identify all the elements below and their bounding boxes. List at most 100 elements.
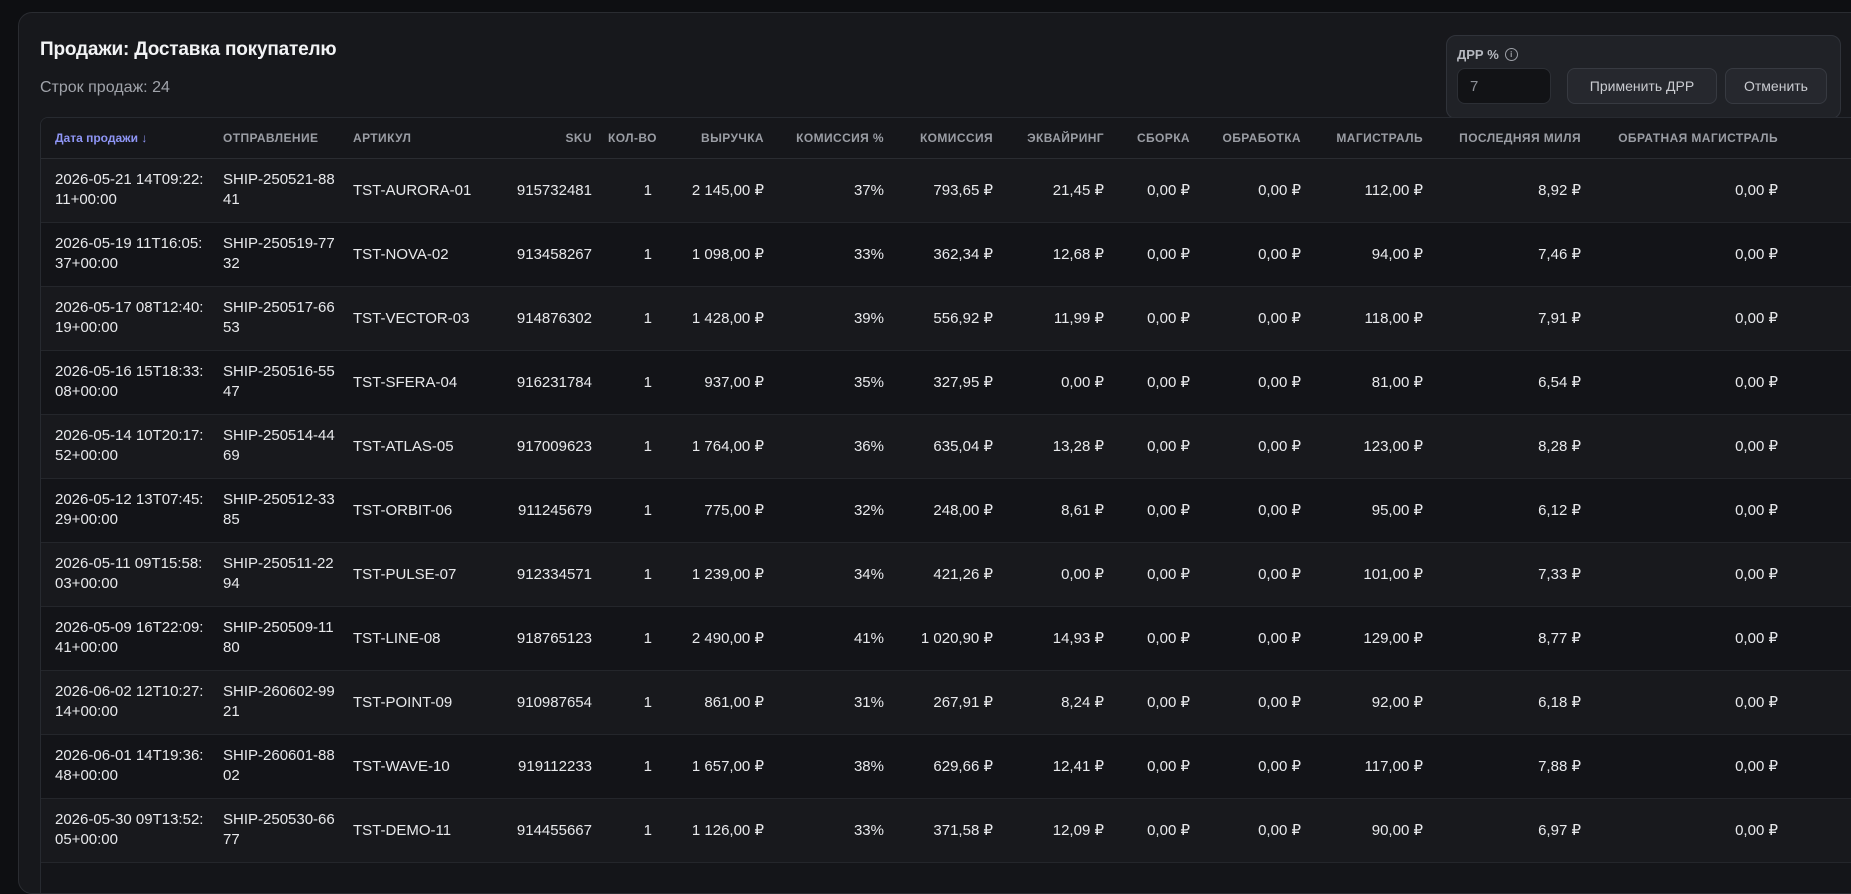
cell-trunk: 123,00 ₽: [1363, 438, 1423, 455]
col-header-last-mile[interactable]: Последняя миля: [1431, 118, 1589, 159]
table-header-row: Дата продажи ↓ Отправление Артикул SKU Кол-в…: [41, 118, 1851, 159]
table-row[interactable]: 2026-05-14 10T20:17:52+00:00 SHIP-250514-…: [41, 414, 1851, 478]
cell-trunk: 118,00 ₽: [1364, 310, 1423, 327]
table-row[interactable]: 2026-05-12 13T07:45:29+00:00 SHIP-250512-…: [41, 478, 1851, 542]
cell-last-mile: 6,54 ₽: [1538, 374, 1581, 391]
cell-commission-percent: 37%: [853, 181, 884, 199]
cell-shipment: SHIP-250512-3385: [223, 491, 335, 528]
cancel-button[interactable]: Отменить: [1725, 68, 1827, 104]
col-header-quantity[interactable]: Кол-во: [600, 118, 660, 159]
cell-return: 0,00: [1786, 670, 1851, 734]
cell-trunk: 95,00 ₽: [1371, 502, 1423, 519]
cell-trunk: 81,00 ₽: [1371, 374, 1423, 391]
cell-sale-date: 2026-05-09 16T22:09:41+00:00: [55, 619, 204, 656]
cell-sku: 914876302: [516, 309, 592, 327]
apply-drr-button[interactable]: Применить ДРР: [1567, 68, 1717, 104]
col-header-assembly[interactable]: Сборка: [1112, 118, 1198, 159]
col-header-processing[interactable]: Обработка: [1198, 118, 1309, 159]
cell-assembly: 0,00 ₽: [1147, 758, 1190, 775]
table-row[interactable]: 2026-05-11 09T15:58:03+00:00 SHIP-250511-…: [41, 542, 1851, 606]
cell-commission: 371,58 ₽: [933, 822, 993, 839]
cell-shipment: SHIP-250509-1180: [223, 619, 334, 656]
table-row[interactable]: 2026-06-02 12T10:27:14+00:00 SHIP-260602-…: [41, 670, 1851, 734]
cell-return: 0,00: [1786, 350, 1851, 414]
cell-trunk: 92,00 ₽: [1371, 694, 1423, 711]
cell-sale-date: 2026-05-16 15T18:33:08+00:00: [55, 363, 204, 400]
cell-commission: 635,04 ₽: [933, 438, 993, 455]
cell-processing: 0,00 ₽: [1258, 182, 1301, 199]
cell-processing: 0,00 ₽: [1258, 502, 1301, 519]
cell-reverse-trunk: 0,00 ₽: [1735, 438, 1778, 455]
sales-table: Дата продажи ↓ Отправление Артикул SKU Кол-в…: [41, 118, 1851, 863]
cell-sku: 914455667: [516, 821, 592, 839]
cell-shipment: SHIP-250514-4469: [223, 427, 335, 464]
cell-last-mile: 7,33 ₽: [1538, 566, 1581, 583]
info-icon[interactable]: i: [1504, 48, 1518, 61]
table-row[interactable]: 2026-05-16 15T18:33:08+00:00 SHIP-250516-…: [41, 350, 1851, 414]
cell-return: 0,00: [1786, 286, 1851, 350]
cell-article: TST-PULSE-07: [353, 565, 457, 583]
cell-commission: 421,26 ₽: [933, 566, 993, 583]
col-header-commission-percent[interactable]: Комиссия %: [772, 118, 892, 159]
sales-card: Продажи: Доставка покупателю Строк прода…: [18, 12, 1851, 894]
cell-return: 0,00: [1786, 478, 1851, 542]
cell-revenue: 1 098,00 ₽: [691, 246, 764, 263]
cell-sku: 912334571: [516, 565, 592, 583]
cell-shipment: SHIP-260602-9921: [223, 683, 335, 720]
cell-revenue: 2 145,00 ₽: [691, 182, 764, 199]
col-header-acquiring[interactable]: Эквайринг: [1001, 118, 1112, 159]
cell-sku: 911245679: [518, 501, 592, 519]
cell-commission: 267,91 ₽: [933, 694, 993, 711]
cell-sale-date: 2026-05-21 14T09:22:11+00:00: [55, 171, 204, 208]
cell-revenue: 1 126,00 ₽: [691, 822, 764, 839]
table-row[interactable]: 2026-05-09 16T22:09:41+00:00 SHIP-250509-…: [41, 606, 1851, 670]
cell-reverse-trunk: 0,00 ₽: [1735, 246, 1778, 263]
table-row[interactable]: 2026-06-01 14T19:36:48+00:00 SHIP-260601-…: [41, 734, 1851, 798]
cell-return: 0,00: [1786, 414, 1851, 478]
drr-input[interactable]: [1457, 68, 1551, 104]
page-title: Продажи: Доставка покупателю: [40, 39, 337, 60]
col-header-revenue[interactable]: Выручка: [660, 118, 772, 159]
table-row[interactable]: 2026-05-30 09T13:52:05+00:00 SHIP-250530-…: [41, 798, 1851, 862]
cell-reverse-trunk: 0,00 ₽: [1735, 758, 1778, 775]
col-header-commission[interactable]: Комиссия: [892, 118, 1001, 159]
col-header-article[interactable]: Артикул: [345, 118, 490, 159]
cell-return: 0,00: [1786, 798, 1851, 862]
cell-commission-percent: 31%: [853, 693, 884, 711]
col-header-reverse-trunk[interactable]: Обратная магистраль: [1589, 118, 1786, 159]
cell-revenue: 861,00 ₽: [704, 694, 764, 711]
table-row[interactable]: 2026-05-17 08T12:40:19+00:00 SHIP-250517-…: [41, 286, 1851, 350]
cell-last-mile: 8,77 ₽: [1538, 630, 1581, 647]
col-header-shipment[interactable]: Отправление: [215, 118, 345, 159]
cell-last-mile: 7,91 ₽: [1538, 310, 1581, 327]
table-row[interactable]: 2026-05-21 14T09:22:11+00:00 SHIP-250521-…: [41, 158, 1851, 222]
cell-quantity: 1: [643, 309, 652, 327]
cell-article: TST-POINT-09: [353, 693, 453, 711]
cell-acquiring: 14,93 ₽: [1052, 630, 1104, 647]
cell-acquiring: 12,68 ₽: [1052, 246, 1104, 263]
table-row[interactable]: 2026-05-19 11T16:05:37+00:00 SHIP-250519-…: [41, 222, 1851, 286]
cell-quantity: 1: [643, 181, 652, 199]
cell-shipment: SHIP-250519-7732: [223, 235, 335, 272]
cell-trunk: 94,00 ₽: [1371, 246, 1423, 263]
cell-sale-date: 2026-06-01 14T19:36:48+00:00: [55, 747, 204, 784]
col-header-return[interactable]: Возвр: [1786, 118, 1851, 159]
col-header-trunk[interactable]: Магистраль: [1309, 118, 1431, 159]
cell-commission: 362,34 ₽: [933, 246, 993, 263]
cell-article: TST-NOVA-02: [353, 245, 449, 263]
cell-quantity: 1: [643, 373, 652, 391]
cell-acquiring: 13,28 ₽: [1052, 438, 1104, 455]
cell-reverse-trunk: 0,00 ₽: [1735, 374, 1778, 391]
drr-label-wrap: ДРР % i: [1457, 47, 1518, 62]
cell-reverse-trunk: 0,00 ₽: [1735, 502, 1778, 519]
drr-label: ДРР %: [1457, 47, 1499, 62]
cell-acquiring: 0,00 ₽: [1061, 566, 1104, 583]
cell-processing: 0,00 ₽: [1258, 822, 1301, 839]
col-header-sale-date[interactable]: Дата продажи ↓: [41, 118, 215, 159]
cell-sale-date: 2026-05-19 11T16:05:37+00:00: [55, 235, 203, 272]
cell-assembly: 0,00 ₽: [1147, 246, 1190, 263]
cell-sku: 919112233: [518, 757, 592, 775]
cell-assembly: 0,00 ₽: [1147, 630, 1190, 647]
cell-trunk: 117,00 ₽: [1364, 758, 1423, 775]
col-header-sku[interactable]: SKU: [490, 118, 600, 159]
